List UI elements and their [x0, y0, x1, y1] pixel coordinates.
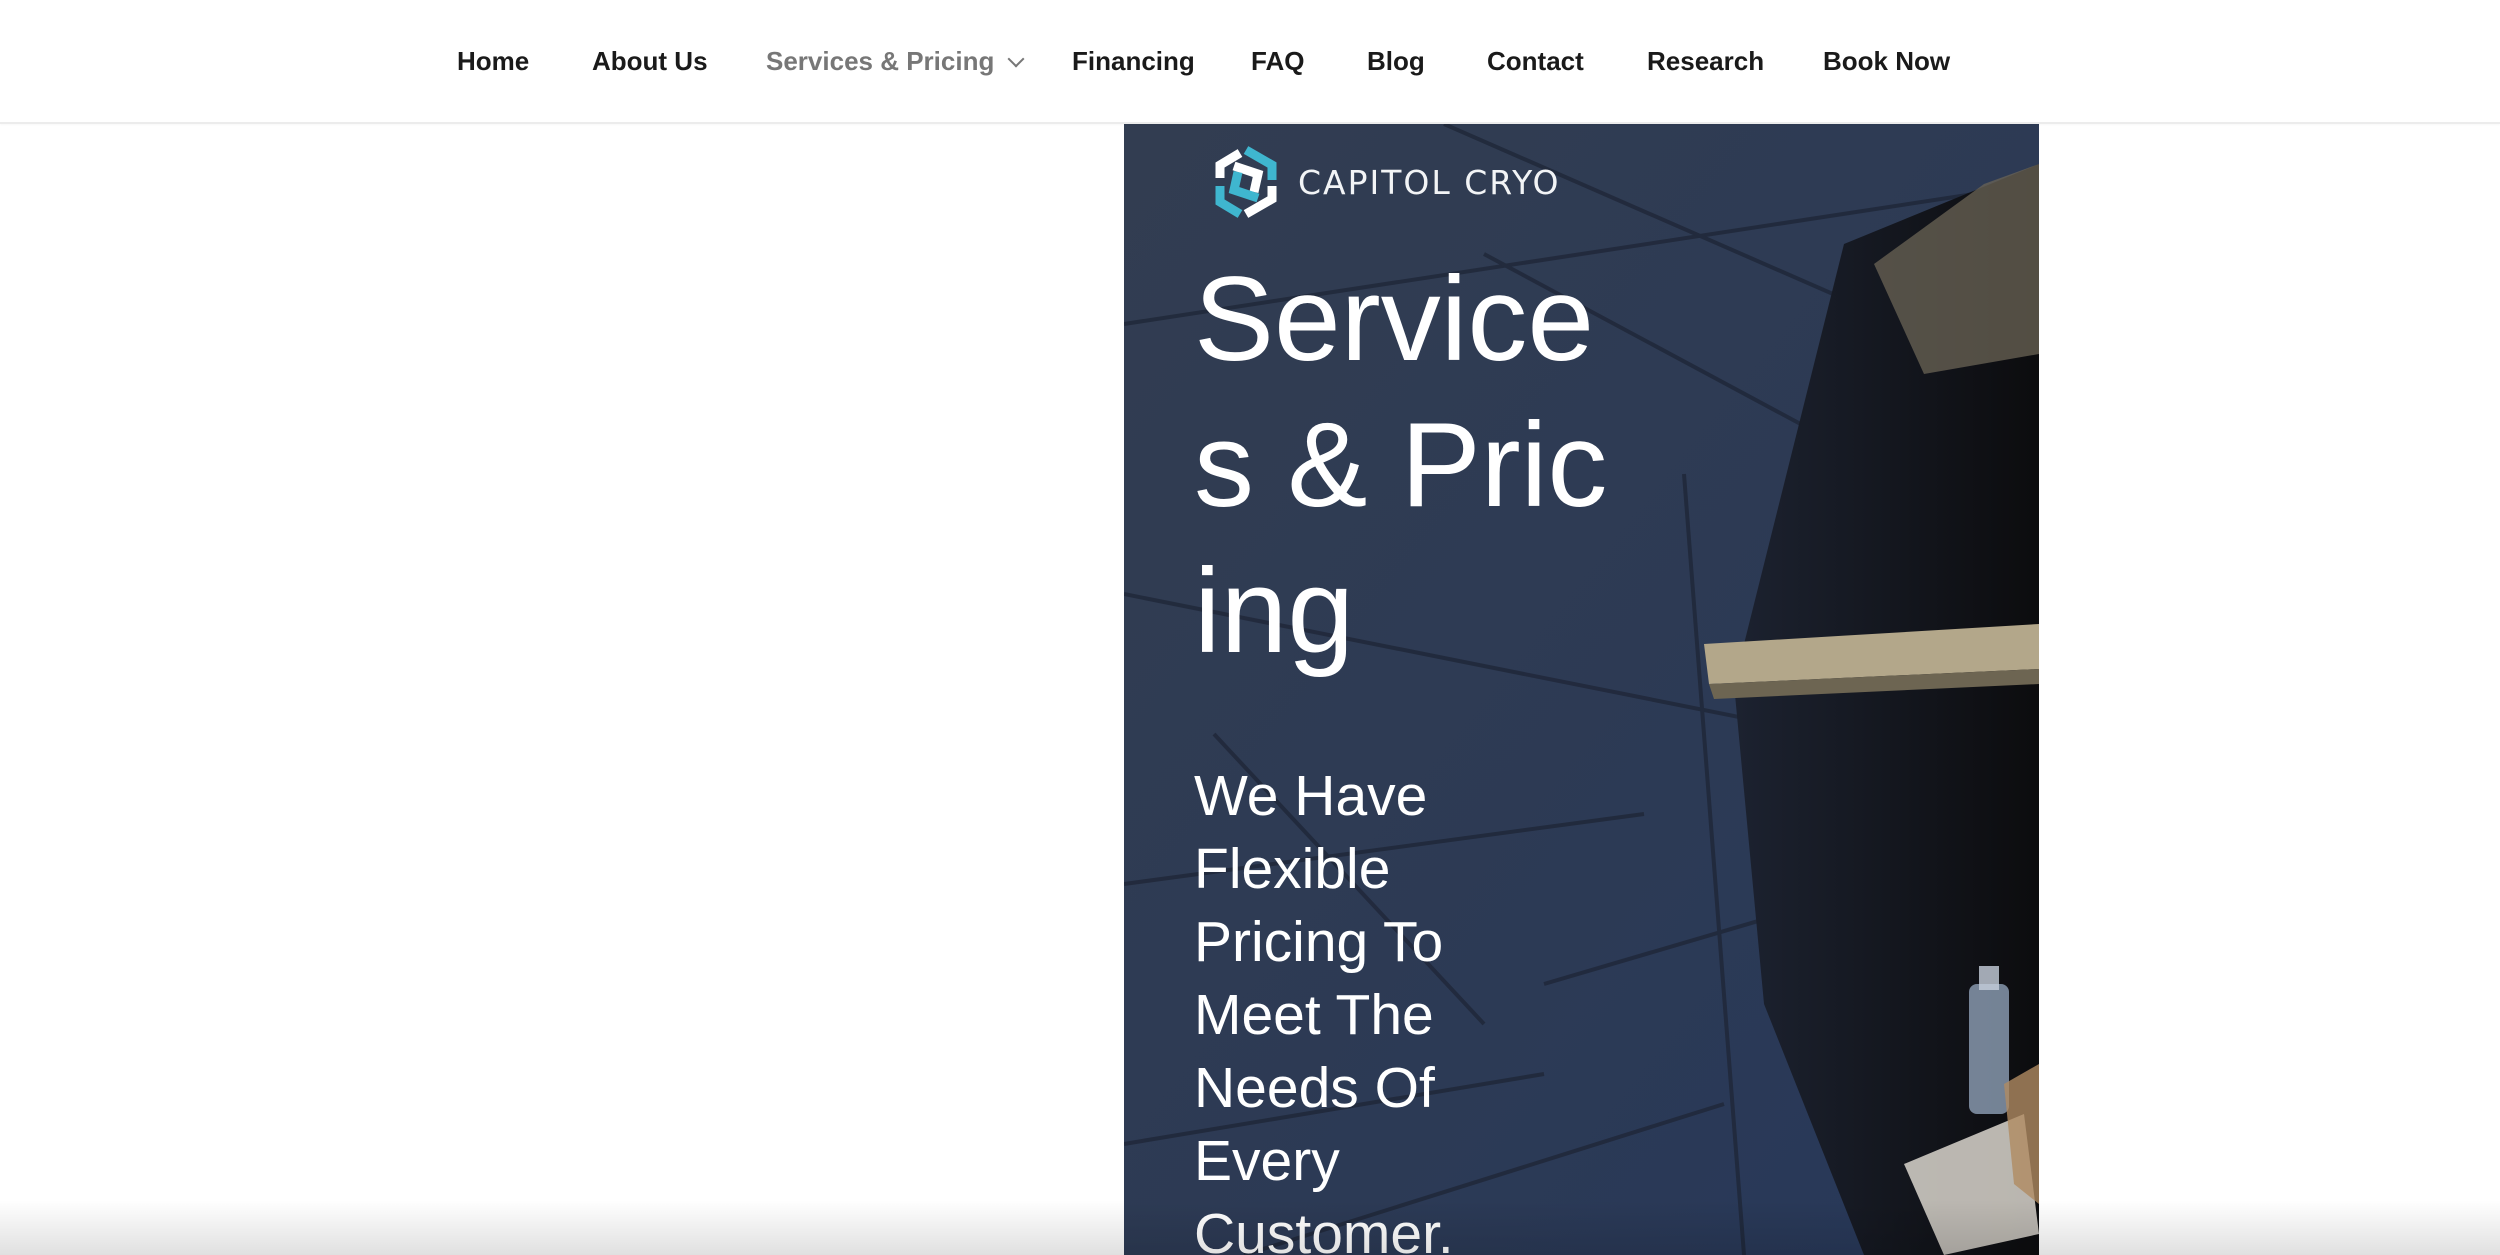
page-title: Services & Pricing — [1194, 252, 1608, 678]
nav-item-about-us[interactable]: About Us — [592, 44, 708, 78]
chevron-down-icon[interactable] — [1007, 50, 1025, 68]
nav-item-services-pricing[interactable]: Services & Pricing — [766, 44, 1025, 78]
nav-item-financing[interactable]: Financing — [1072, 44, 1195, 78]
nav-item-services-pricing-label: Services & Pricing — [766, 46, 995, 76]
main-nav: Home About Us Services & Pricing Financi… — [0, 0, 2500, 122]
nav-item-home[interactable]: Home — [457, 44, 529, 78]
site-header: Home About Us Services & Pricing Financi… — [0, 0, 2500, 124]
logo-text: CAPITOL CRYO — [1298, 162, 1561, 202]
hexagonal-knot-logo-icon — [1215, 146, 1277, 218]
capitol-cryo-logo[interactable]: CAPITOL CRYO — [1208, 144, 1560, 220]
nav-item-research[interactable]: Research — [1647, 44, 1764, 78]
hero-banner: CAPITOL CRYO Services & Pricing We Have … — [1124, 124, 2039, 1255]
nav-item-book-now[interactable]: Book Now — [1823, 44, 1950, 78]
nav-item-faq[interactable]: FAQ — [1251, 44, 1304, 78]
nav-item-blog[interactable]: Blog — [1367, 44, 1425, 78]
hero-subtitle: We Have Flexible Pricing To Meet The Nee… — [1194, 764, 1454, 1255]
nav-item-contact[interactable]: Contact — [1487, 44, 1584, 78]
